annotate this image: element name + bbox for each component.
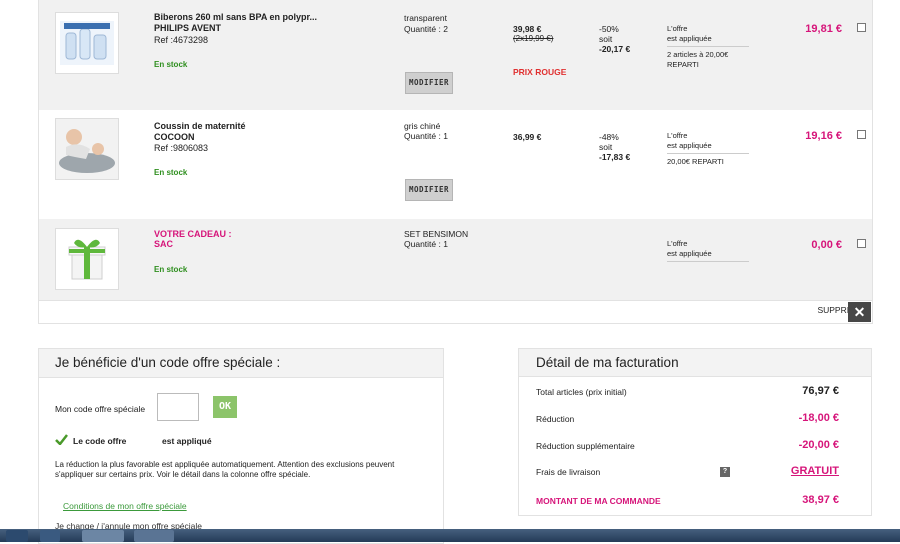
offer-line1: L'offre	[667, 239, 688, 248]
offer-line1: L'offre	[667, 131, 688, 140]
offer-separator	[667, 261, 749, 262]
offer-info: L'offre est appliquée 20,00€ REPARTI	[667, 131, 749, 167]
billing-label: Réduction	[536, 414, 575, 424]
cart-table: Biberons 260 ml sans BPA en polypr... PH…	[38, 0, 873, 324]
billing-value: 38,97 €	[802, 494, 839, 506]
code-applied-suffix: est appliqué	[162, 436, 212, 446]
discount-amount: -20,17 €	[599, 44, 631, 54]
billing-label: MONTANT DE MA COMMANDE	[536, 496, 661, 506]
product-option: SET BENSIMON	[404, 229, 469, 239]
discount: -48% soit -17,83 €	[599, 132, 630, 162]
billing-value: -18,00 €	[798, 412, 839, 424]
unit-price: 36,99 €	[513, 132, 541, 142]
line-total: 19,16 €	[805, 130, 842, 142]
offer-detail2: REPARTI	[667, 59, 699, 69]
offer-info: L'offre est appliquée	[667, 239, 749, 262]
billing-row: Frais de livraison ? GRATUIT	[536, 465, 839, 477]
promo-code-label: Mon code offre spéciale	[55, 404, 146, 414]
product-quantity: Quantité : 1	[404, 131, 448, 141]
cart-row: Coussin de maternité COCOON Ref :9806083…	[39, 110, 872, 220]
billing-panel: Détail de ma facturation Total articles …	[518, 348, 872, 516]
product-option: transparent	[404, 13, 447, 23]
billing-row: Total articles (prix initial) 76,97 €	[536, 385, 839, 397]
billing-row: Réduction -18,00 €	[536, 412, 839, 424]
select-checkbox[interactable]	[857, 130, 866, 139]
promo-code-input[interactable]	[157, 393, 199, 421]
offer-line2: est appliquée	[667, 33, 712, 43]
discount-percent: -48%	[599, 132, 619, 142]
stock-status: En stock	[154, 265, 188, 274]
taskbar-app[interactable]	[134, 530, 174, 542]
product-name-link[interactable]: Coussin de maternité	[154, 121, 246, 132]
help-icon[interactable]: ?	[720, 467, 730, 477]
billing-title: Détail de ma facturation	[519, 349, 871, 377]
taskbar	[0, 529, 900, 542]
product-ref: Ref :9806083	[154, 143, 209, 153]
offer-detail1: 20,00€ REPARTI	[667, 153, 749, 167]
product-image[interactable]	[55, 228, 119, 290]
product-image[interactable]	[55, 12, 119, 74]
unit-price: 39,98 € (2x19,99 €)	[513, 24, 553, 44]
cart-row: Biberons 260 ml sans BPA en polypr... PH…	[39, 0, 872, 111]
code-applied-prefix: Le code offre	[73, 436, 127, 446]
product-ref: Ref :4673298	[154, 35, 209, 45]
price-value: 36,99 €	[513, 132, 542, 142]
prix-rouge-badge: PRIX ROUGE	[513, 67, 567, 77]
discount-amount: -17,83 €	[599, 152, 631, 162]
ok-button[interactable]: OK	[213, 396, 237, 418]
promo-title: Je bénéficie d'un code offre spéciale :	[39, 349, 443, 378]
discount-soit: soit	[599, 34, 613, 44]
discount-soit: soit	[599, 142, 613, 152]
modify-button[interactable]: MODIFIER	[405, 179, 453, 201]
billing-label: Total articles (prix initial)	[536, 387, 627, 397]
taskbar-app[interactable]	[40, 530, 60, 542]
gift-name: SAC	[154, 239, 174, 249]
select-checkbox[interactable]	[857, 239, 866, 248]
billing-value: GRATUIT	[790, 465, 839, 477]
billing-value: -20,00 €	[798, 439, 839, 451]
billing-row: MONTANT DE MA COMMANDE 38,97 €	[536, 494, 839, 506]
cart-row: VOTRE CADEAU : SAC En stock SET BENSIMON…	[39, 219, 872, 301]
line-total: 19,81 €	[805, 23, 842, 35]
price-old: (2x19,99 €)	[513, 34, 554, 43]
stock-status: En stock	[154, 60, 188, 69]
product-image[interactable]	[55, 118, 119, 180]
price-value: 39,98 €	[513, 24, 542, 34]
offer-info: L'offre est appliquée 2 articles à 20,00…	[667, 24, 749, 69]
gift-icon	[56, 229, 118, 289]
billing-label: Réduction supplémentaire	[536, 441, 635, 451]
billing-value: 76,97 €	[802, 385, 839, 397]
offer-line2: est appliquée	[667, 248, 712, 258]
product-brand: COCOON	[154, 132, 195, 142]
select-checkbox[interactable]	[857, 23, 866, 32]
conditions-link[interactable]: Conditions de mon offre spéciale	[63, 501, 187, 511]
product-option: gris chiné	[404, 121, 441, 131]
offer-line1: L'offre	[667, 24, 688, 33]
product-quantity: Quantité : 2	[404, 24, 448, 34]
product-name-link[interactable]: Biberons 260 ml sans BPA en polypr...	[154, 12, 317, 23]
billing-row: Réduction supplémentaire -20,00 €	[536, 439, 839, 451]
discount: -50% soit -20,17 €	[599, 24, 630, 54]
taskbar-app[interactable]	[82, 530, 124, 542]
modify-button[interactable]: MODIFIER	[405, 72, 453, 94]
check-icon	[55, 434, 68, 445]
offer-detail1: 2 articles à 20,00€	[667, 46, 749, 60]
promo-code-panel: Je bénéficie d'un code offre spéciale : …	[38, 348, 444, 544]
discount-percent: -50%	[599, 24, 619, 34]
start-button[interactable]	[6, 530, 28, 542]
product-brand: PHILIPS AVENT	[154, 23, 222, 33]
line-total: 0,00 €	[811, 239, 842, 251]
billing-label: Frais de livraison	[536, 467, 601, 477]
promo-notice: La réduction la plus favorable est appli…	[55, 460, 395, 479]
offer-line2: est appliquée	[667, 140, 712, 150]
delete-button[interactable]: ✕	[848, 302, 871, 322]
stock-status: En stock	[154, 168, 188, 177]
product-quantity: Quantité : 1	[404, 239, 448, 249]
